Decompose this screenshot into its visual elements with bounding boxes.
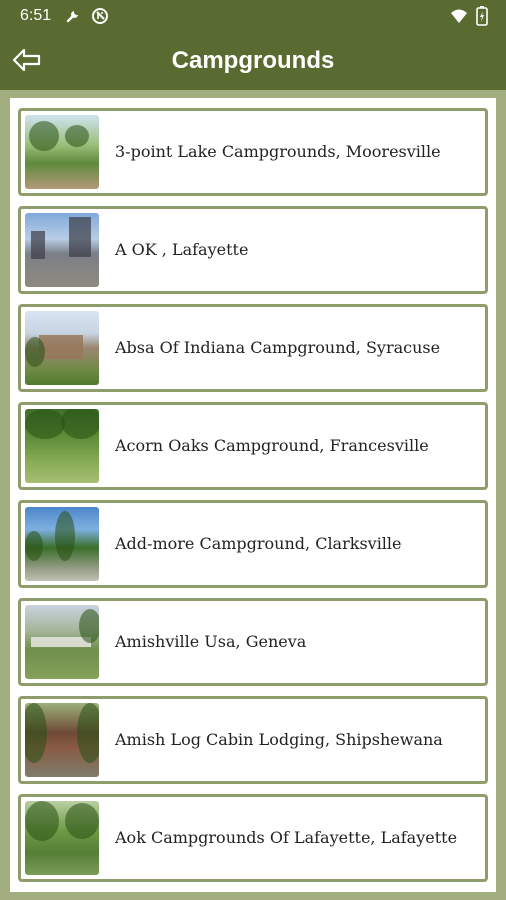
- campground-name: Amish Log Cabin Lodging, Shipshewana: [115, 730, 443, 749]
- campground-name: Acorn Oaks Campground, Francesville: [115, 436, 429, 455]
- status-bar: 6:51: [0, 0, 506, 33]
- battery-icon: [476, 6, 488, 26]
- campground-thumbnail: [25, 311, 99, 385]
- wifi-icon: [451, 9, 467, 23]
- page-title: Campgrounds: [171, 47, 335, 74]
- list-item[interactable]: 3-point Lake Campgrounds, Mooresville: [18, 108, 488, 196]
- campground-thumbnail: [25, 409, 99, 483]
- campground-thumbnail: [25, 115, 99, 189]
- list-item[interactable]: Amishville Usa, Geneva: [18, 598, 488, 686]
- campground-thumbnail: [25, 213, 99, 287]
- campground-name: 3-point Lake Campgrounds, Mooresville: [115, 142, 441, 161]
- list-item[interactable]: Amish Log Cabin Lodging, Shipshewana: [18, 696, 488, 784]
- campground-list: 3-point Lake Campgrounds, Mooresville A …: [10, 98, 496, 892]
- campground-name: Aok Campgrounds Of Lafayette, Lafayette: [115, 828, 458, 847]
- list-item[interactable]: Aok Campgrounds Of Lafayette, Lafayette: [18, 794, 488, 882]
- campground-thumbnail: [25, 703, 99, 777]
- campground-thumbnail: [25, 605, 99, 679]
- no-sim-icon: [92, 8, 108, 24]
- campground-thumbnail: [25, 507, 99, 581]
- campground-name: Amishville Usa, Geneva: [115, 632, 307, 651]
- campground-name: A OK , Lafayette: [115, 240, 249, 259]
- list-item[interactable]: Add-more Campground, Clarksville: [18, 500, 488, 588]
- campground-name: Absa Of Indiana Campground, Syracuse: [115, 338, 441, 357]
- wrench-icon: [66, 11, 78, 23]
- content-area: 3-point Lake Campgrounds, Mooresville A …: [0, 90, 506, 900]
- campground-name: Add-more Campground, Clarksville: [115, 534, 402, 553]
- list-item[interactable]: Acorn Oaks Campground, Francesville: [18, 402, 488, 490]
- list-item[interactable]: A OK , Lafayette: [18, 206, 488, 294]
- list-item[interactable]: Absa Of Indiana Campground, Syracuse: [18, 304, 488, 392]
- campground-thumbnail: [25, 801, 99, 875]
- app-bar: Campgrounds: [0, 33, 506, 90]
- status-time: 6:51: [20, 7, 52, 24]
